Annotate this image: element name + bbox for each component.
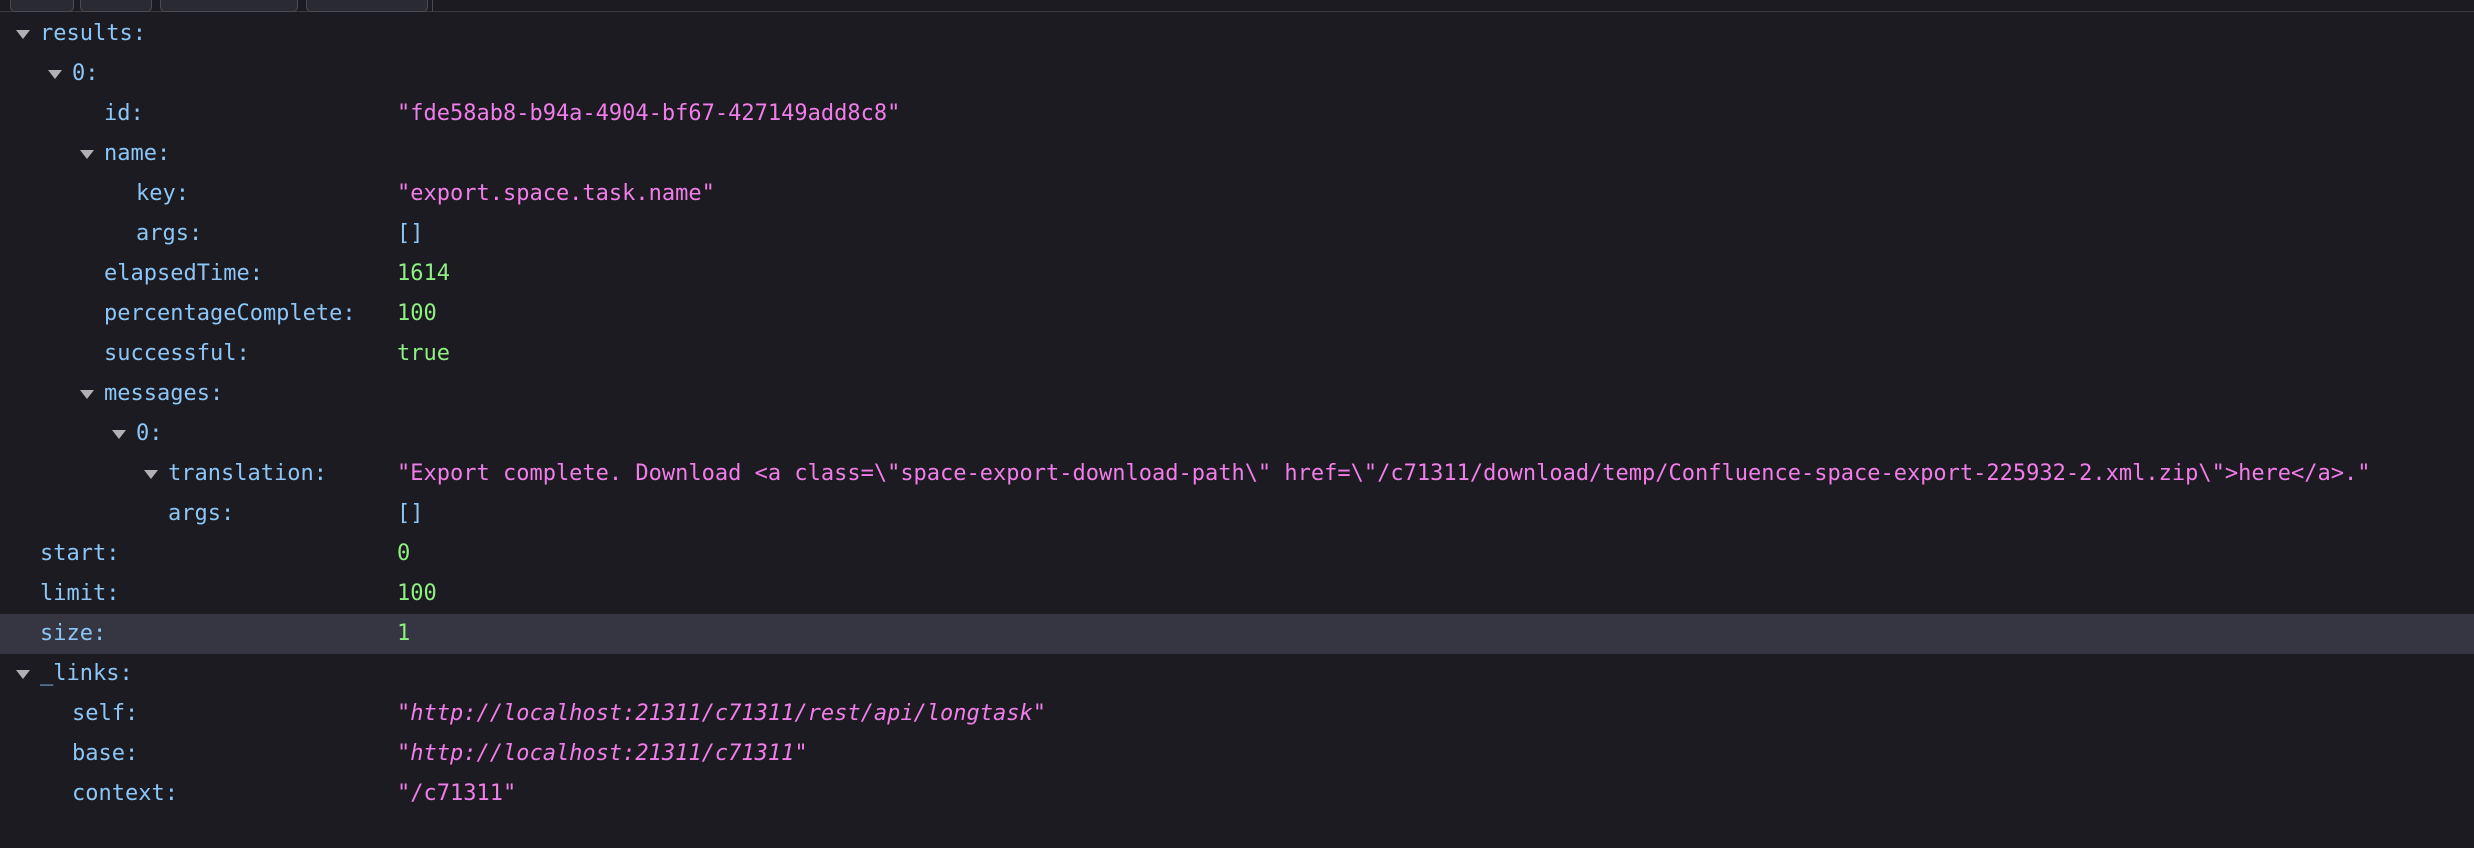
key-label: size: xyxy=(40,621,107,646)
key-label: name: xyxy=(104,141,171,166)
key-label: key: xyxy=(136,181,189,206)
tree-row-start[interactable]: start: 0 xyxy=(0,534,2474,574)
key-label: base: xyxy=(72,741,139,766)
expand-toggle-icon[interactable] xyxy=(77,374,97,414)
key-label: translation: xyxy=(168,461,327,486)
json-tree: results: 0: id: "fde58ab8-b94a-4904-bf67… xyxy=(0,14,2474,814)
tree-row-id[interactable]: id: "fde58ab8-b94a-4904-bf67-427149add8c… xyxy=(0,94,2474,134)
tree-row-base[interactable]: base: "http://localhost:21311/c71311" xyxy=(0,734,2474,774)
string-value: "/c71311" xyxy=(397,781,517,806)
tree-row-name-key[interactable]: key: "export.space.task.name" xyxy=(0,174,2474,214)
key-label: context: xyxy=(72,781,178,806)
tree-row-messages-0[interactable]: 0: xyxy=(0,414,2474,454)
string-value: "export.space.task.name" xyxy=(397,181,715,206)
string-value: "Export complete. Download <a class=\"sp… xyxy=(397,461,2371,486)
tree-row-successful[interactable]: successful: true xyxy=(0,334,2474,374)
number-value: 1 xyxy=(397,621,411,646)
tree-row-name-args[interactable]: args: [] xyxy=(0,214,2474,254)
array-value: [] xyxy=(397,221,424,246)
expand-toggle-icon[interactable] xyxy=(141,454,161,494)
key-label: args: xyxy=(136,221,203,246)
tree-row-percentage-complete[interactable]: percentageComplete: 100 xyxy=(0,294,2474,334)
tree-row-self[interactable]: self: "http://localhost:21311/c71311/res… xyxy=(0,694,2474,734)
tree-row-results-0[interactable]: 0: xyxy=(0,54,2474,94)
tree-row-context[interactable]: context: "/c71311" xyxy=(0,774,2474,814)
filter-json-input[interactable] xyxy=(306,0,428,12)
expand-toggle-icon[interactable] xyxy=(13,654,33,694)
tree-row-links[interactable]: _links: xyxy=(0,654,2474,694)
tree-row-size-selected[interactable]: size: 1 xyxy=(0,614,2474,654)
expand-toggle-icon[interactable] xyxy=(77,134,97,174)
key-label: messages: xyxy=(104,381,224,406)
url-value-link[interactable]: "http://localhost:21311/c71311/rest/api/… xyxy=(397,694,1046,734)
key-label: elapsedTime: xyxy=(104,261,263,286)
number-value: 1614 xyxy=(397,261,450,286)
number-value: 0 xyxy=(397,541,411,566)
tab-json[interactable] xyxy=(10,0,74,12)
string-value: "fde58ab8-b94a-4904-bf67-427149add8c8" xyxy=(397,101,901,126)
number-value: 100 xyxy=(397,301,437,326)
url-value-link[interactable]: "http://localhost:21311/c71311" xyxy=(397,734,808,774)
key-label: 0: xyxy=(136,421,163,446)
key-label: args: xyxy=(168,501,235,526)
number-value: 100 xyxy=(397,581,437,606)
tree-row-results[interactable]: results: xyxy=(0,14,2474,54)
key-label: start: xyxy=(40,541,120,566)
tab-raw-data[interactable] xyxy=(80,0,152,12)
key-label: 0: xyxy=(72,61,99,86)
array-value: [] xyxy=(397,501,424,526)
key-label: successful: xyxy=(104,341,250,366)
tree-row-name[interactable]: name: xyxy=(0,134,2474,174)
key-label: _links: xyxy=(40,661,133,686)
tab-headers[interactable] xyxy=(160,0,298,12)
key-label: self: xyxy=(72,701,139,726)
key-label: results: xyxy=(40,21,146,46)
tree-row-message-args[interactable]: args: [] xyxy=(0,494,2474,534)
expand-toggle-icon[interactable] xyxy=(109,414,129,454)
expand-toggle-icon[interactable] xyxy=(45,54,65,94)
tree-row-translation[interactable]: translation: "Export complete. Download … xyxy=(0,454,2474,494)
key-label: percentageComplete: xyxy=(104,301,356,326)
key-label: id: xyxy=(104,101,144,126)
tree-row-elapsed-time[interactable]: elapsedTime: 1614 xyxy=(0,254,2474,294)
tree-row-limit[interactable]: limit: 100 xyxy=(0,574,2474,614)
expand-toggle-icon[interactable] xyxy=(13,14,33,54)
boolean-value: true xyxy=(397,341,450,366)
key-label: limit: xyxy=(40,581,120,606)
viewer-toolbar xyxy=(0,0,2474,12)
toolbar-divider xyxy=(432,0,433,12)
tree-row-messages[interactable]: messages: xyxy=(0,374,2474,414)
